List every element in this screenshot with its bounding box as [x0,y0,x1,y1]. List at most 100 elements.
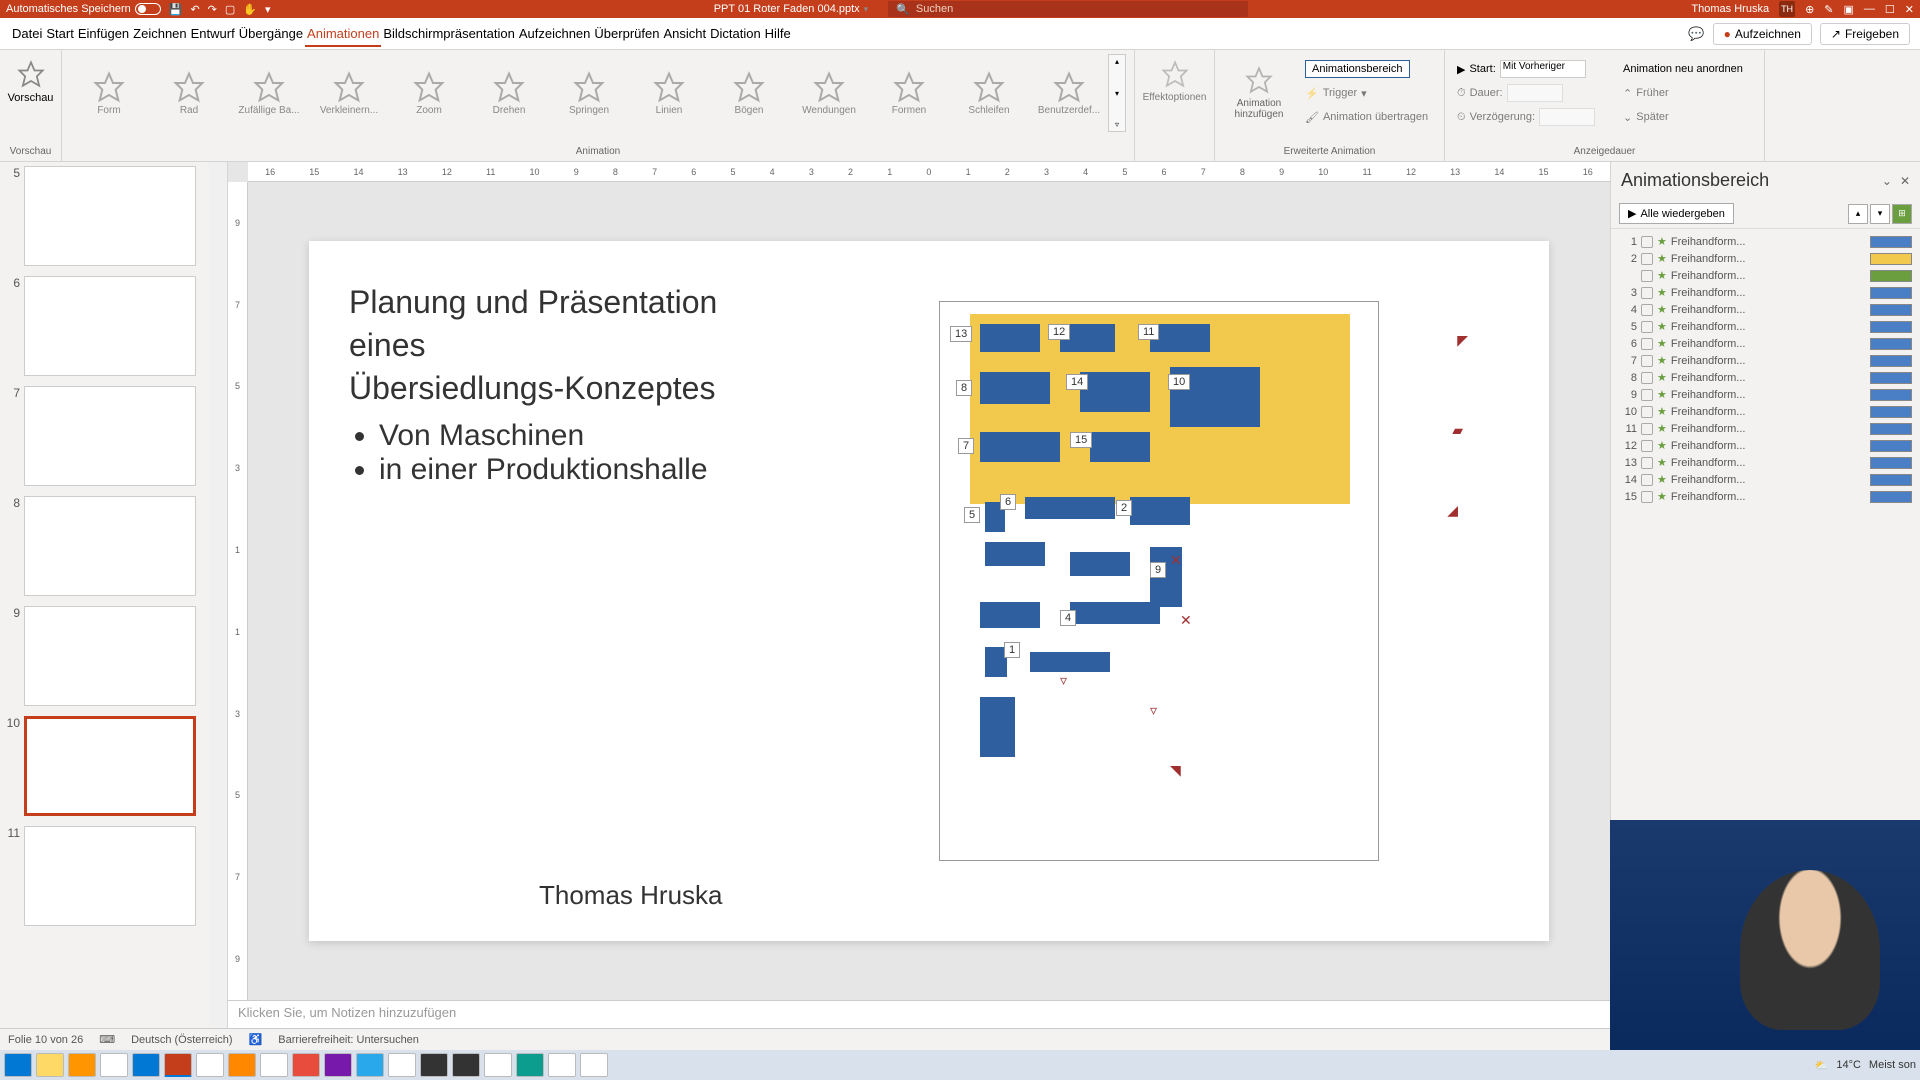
delay-input[interactable] [1539,108,1595,126]
cloud-icon[interactable]: ⊕ [1805,3,1814,16]
shape[interactable] [1030,652,1110,672]
play-all-button[interactable]: ▶Alle wiedergeben [1619,203,1734,224]
start-dropdown[interactable]: Mit Vorheriger [1500,60,1586,78]
shape[interactable] [980,602,1040,628]
thumbs-scrollbar[interactable] [209,162,227,1028]
shape[interactable] [980,372,1050,404]
app-icon[interactable] [292,1053,320,1077]
obs-icon[interactable] [420,1053,448,1077]
zoom-button[interactable]: ⊞ [1892,204,1912,224]
vlc-icon[interactable] [228,1053,256,1077]
menu-übergänge[interactable]: Übergänge [237,22,305,45]
slide-thumb-10[interactable] [24,716,196,816]
menu-animationen[interactable]: Animationen [305,22,381,47]
slide-thumb-11[interactable] [24,826,196,926]
app-icon[interactable] [484,1053,512,1077]
anim-list-item[interactable]: 8★Freihandform... [1615,369,1916,386]
save-icon[interactable]: 💾 [169,3,183,16]
slide-thumb-9[interactable] [24,606,196,706]
comments-icon[interactable]: 💬 [1688,26,1704,42]
animation-gallery[interactable]: FormRadZufällige Ba...Verkleinern...Zoom… [70,54,1108,132]
minimize-icon[interactable]: — [1864,3,1875,15]
anim-effect-formen[interactable]: Formen [870,54,948,132]
trigger-button[interactable]: ⚡ Trigger ▾ [1305,82,1428,104]
app-icon[interactable] [388,1053,416,1077]
anim-effect-springen[interactable]: Springen [550,54,628,132]
anim-effect-verkleinern...[interactable]: Verkleinern... [310,54,388,132]
slide-thumb-6[interactable] [24,276,196,376]
app-icon[interactable] [580,1053,608,1077]
redo-icon[interactable]: ↷ [208,3,217,16]
filename[interactable]: PPT 01 Roter Faden 004.pptx ▾ [714,3,868,15]
app-icon[interactable] [196,1053,224,1077]
anim-list-item[interactable]: 13★Freihandform... [1615,454,1916,471]
app-icon[interactable] [452,1053,480,1077]
anim-list-item[interactable]: 2★Freihandform... [1615,250,1916,267]
anim-effect-zoom[interactable]: Zoom [390,54,468,132]
anim-list-item[interactable]: 15★Freihandform... [1615,488,1916,505]
anim-effect-zufällige ba...[interactable]: Zufällige Ba... [230,54,308,132]
shape[interactable] [1070,552,1130,576]
toggle-switch[interactable] [135,3,161,15]
language-status[interactable]: Deutsch (Österreich) [131,1034,232,1046]
menu-bildschirmpräsentation[interactable]: Bildschirmpräsentation [381,22,517,45]
autosave-toggle[interactable]: Automatisches Speichern [6,3,161,15]
anim-list-item[interactable]: 6★Freihandform... [1615,335,1916,352]
later-button[interactable]: ⌄ Später [1623,106,1743,128]
anim-effect-form[interactable]: Form [70,54,148,132]
add-animation-button[interactable]: Animation hinzufügen [1223,54,1295,132]
pen-icon[interactable]: ✎ [1824,3,1833,16]
move-up-button[interactable]: ▴ [1848,204,1868,224]
anim-effect-rad[interactable]: Rad [150,54,228,132]
anim-effect-drehen[interactable]: Drehen [470,54,548,132]
shape[interactable] [980,432,1060,462]
menu-entwurf[interactable]: Entwurf [189,22,237,45]
accessibility-status[interactable]: Barrierefreiheit: Untersuchen [278,1034,419,1046]
anim-effect-bögen[interactable]: Bögen [710,54,788,132]
menu-hilfe[interactable]: Hilfe [763,22,793,45]
shape[interactable] [1070,602,1160,624]
slide-counter[interactable]: Folie 10 von 26 [8,1034,83,1046]
anim-list-item[interactable]: 9★Freihandform... [1615,386,1916,403]
duration-input[interactable] [1507,84,1563,102]
menu-überprüfen[interactable]: Überprüfen [592,22,661,45]
explorer-icon[interactable] [36,1053,64,1077]
onenote-icon[interactable] [324,1053,352,1077]
maximize-icon[interactable]: ☐ [1885,3,1895,16]
firefox-icon[interactable] [68,1053,96,1077]
anim-effect-linien[interactable]: Linien [630,54,708,132]
slide-thumb-5[interactable] [24,166,196,266]
app-icon[interactable] [548,1053,576,1077]
window-icon[interactable]: ▣ [1844,3,1854,16]
shape[interactable] [1090,432,1150,462]
share-button[interactable]: ↗Freigeben [1820,23,1910,45]
anim-list-item[interactable]: 1★Freihandform... [1615,233,1916,250]
menu-einfügen[interactable]: Einfügen [76,22,131,45]
anim-effect-benutzerdef...[interactable]: Benutzerdef... [1030,54,1108,132]
anim-list-item[interactable]: ★Freihandform... [1615,267,1916,284]
slide-thumb-7[interactable] [24,386,196,486]
weather-icon[interactable]: ⛅ [1815,1059,1829,1072]
shape[interactable] [980,697,1015,757]
shape[interactable] [980,324,1040,352]
edge-icon[interactable] [516,1053,544,1077]
close-icon[interactable]: ✕ [1905,3,1914,16]
slide-thumb-8[interactable] [24,496,196,596]
shape[interactable] [985,542,1045,566]
slide-canvas[interactable]: Planung und Präsentation eines Übersiedl… [309,241,1549,941]
anim-effect-wendungen[interactable]: Wendungen [790,54,868,132]
anim-list-item[interactable]: 4★Freihandform... [1615,301,1916,318]
anim-list-item[interactable]: 11★Freihandform... [1615,420,1916,437]
shape[interactable] [1080,372,1150,412]
telegram-icon[interactable] [356,1053,384,1077]
touch-icon[interactable]: ✋ [243,3,257,16]
search-input[interactable]: 🔍 Suchen [888,1,1248,17]
anim-list-item[interactable]: 5★Freihandform... [1615,318,1916,335]
slide-thumbnails[interactable]: 5★6★7★8★9★10★11★ [0,162,228,1028]
shape[interactable] [1130,497,1190,525]
avatar[interactable]: TH [1779,1,1795,17]
floor-plan-diagram[interactable]: 13 12 11 8 14 10 7 15 6 5 2 9 1 4 [939,301,1379,861]
menu-dictation[interactable]: Dictation [708,22,763,45]
notes-area[interactable]: Klicken Sie, um Notizen hinzuzufügen [228,1000,1610,1028]
earlier-button[interactable]: ⌃ Früher [1623,82,1743,104]
